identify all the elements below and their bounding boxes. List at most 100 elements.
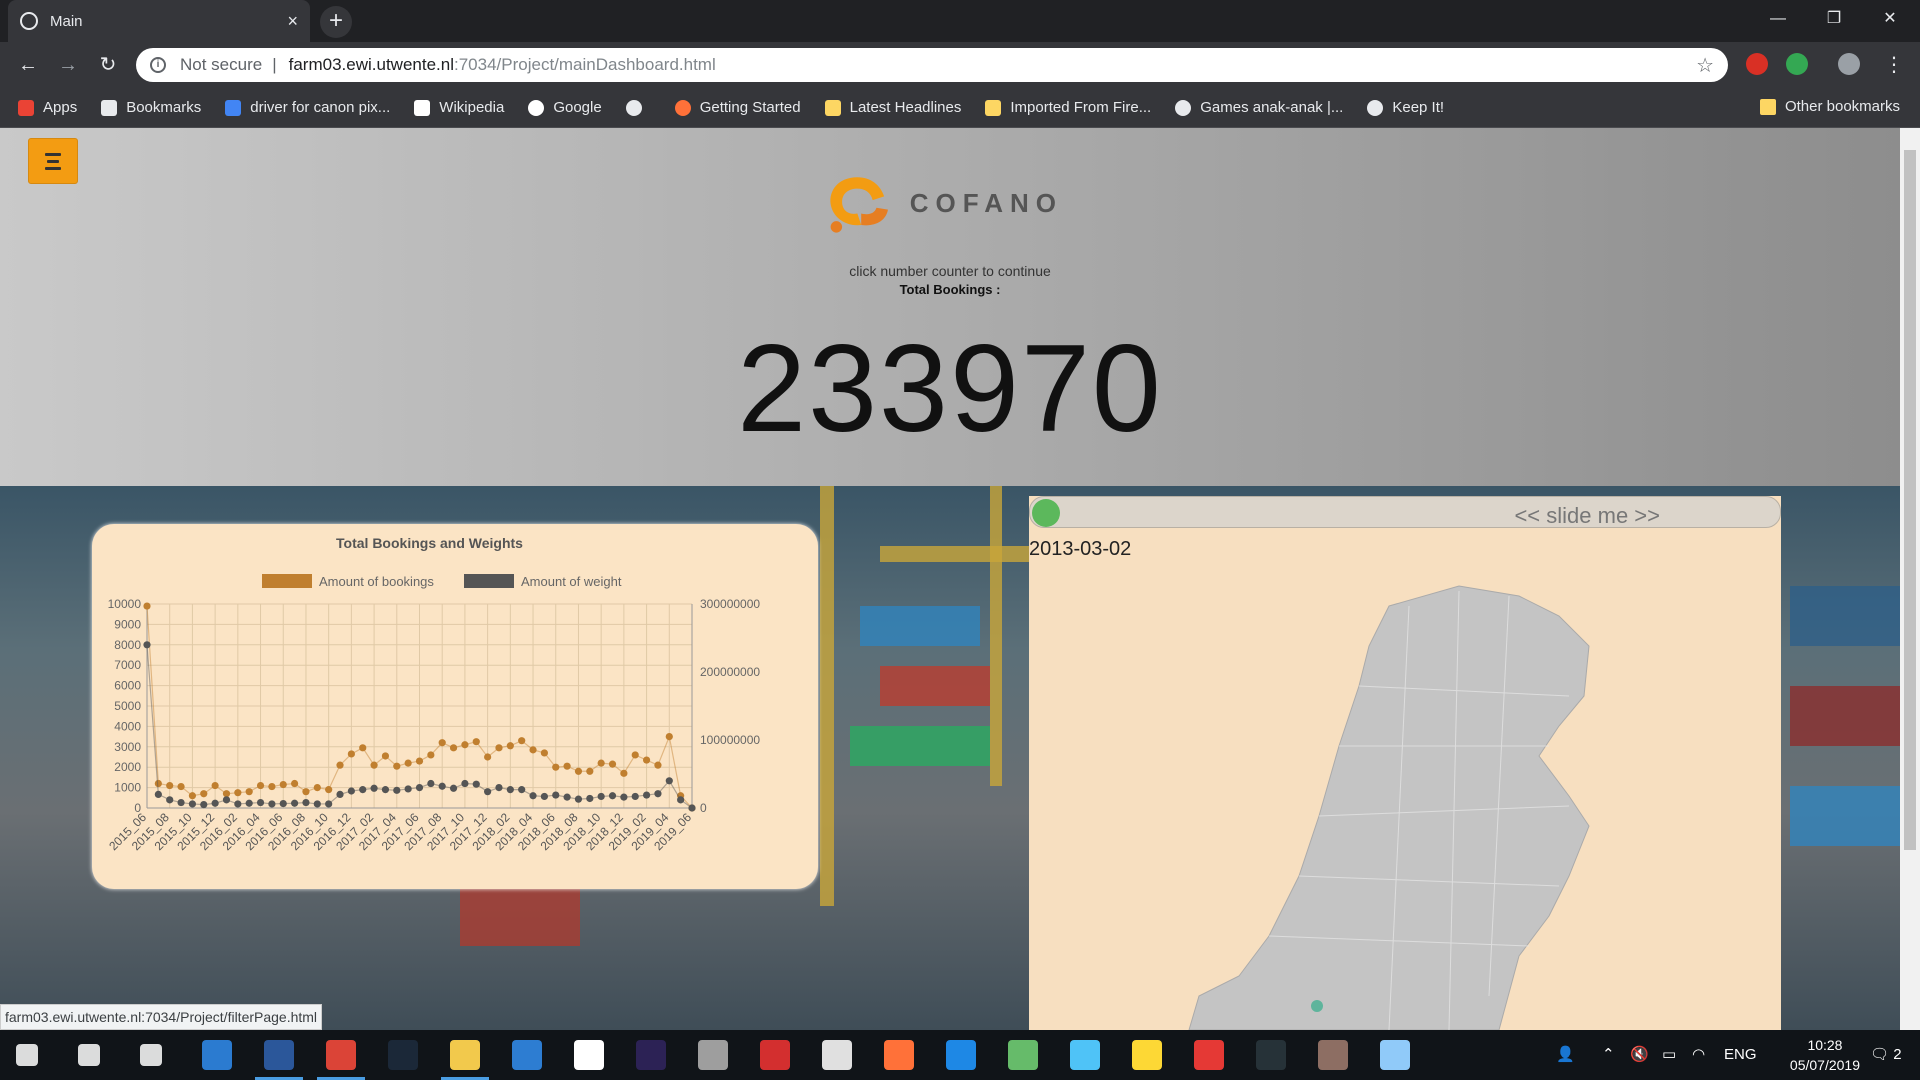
browser-tabbar: Main × + — ❐ ✕ [0,0,1920,42]
chrome-icon[interactable] [326,1040,356,1070]
bookmark-item[interactable]: Apps [18,99,77,116]
total-bookings-counter[interactable]: 233970 [0,318,1900,460]
bookmark-item[interactable]: Wikipedia [414,99,504,116]
data-point [574,767,583,775]
bookmark-item[interactable]: Latest Headlines [824,99,961,116]
visual-studio-icon[interactable] [202,1040,232,1070]
data-point [415,784,424,792]
bookmark-star-icon[interactable]: ☆ [1696,53,1714,78]
bookmark-label: Google [553,99,602,116]
volume-icon[interactable]: 🔇 [1630,1030,1649,1080]
word-icon[interactable] [264,1040,294,1070]
bookings-weights-chart-card: Total Bookings and Weights Amount of book… [92,524,818,889]
address-bar[interactable]: i Not secure | farm03.ewi.utwente.nl :70… [136,48,1728,82]
adblock-extension-icon[interactable] [1746,53,1768,75]
paint-icon[interactable] [1380,1040,1410,1070]
split-app-icon[interactable] [1070,1040,1100,1070]
tray-chevron-icon[interactable]: ⌃ [1602,1030,1615,1080]
eclipse-icon[interactable] [636,1040,666,1070]
bookmark-item[interactable]: Keep It! [1367,99,1444,116]
data-point [484,788,492,796]
acrobat-icon[interactable] [1194,1040,1224,1070]
data-point [642,791,651,799]
data-point [404,785,412,793]
data-point [188,800,197,808]
close-tab-icon[interactable]: × [287,11,298,32]
data-point [211,799,219,807]
data-point [518,786,526,794]
reload-button[interactable]: ↻ [94,51,122,79]
location-marker[interactable] [1311,1000,1323,1012]
wifi-icon[interactable]: ◠ [1692,1030,1705,1080]
data-point [597,759,605,767]
profile-avatar[interactable] [1838,53,1860,75]
file-explorer-icon[interactable] [450,1040,480,1070]
y-left-tick-label: 8000 [114,638,141,652]
apps-grid-icon [18,99,34,116]
restore-button[interactable]: ❐ [1806,0,1862,38]
data-point [631,751,639,759]
continue-hint: click number counter to continue [849,263,1051,279]
data-point [381,786,390,794]
globe-icon [1175,99,1192,116]
netherlands-map[interactable] [1029,496,1781,1030]
minimize-button[interactable]: — [1750,0,1806,38]
info-icon[interactable]: i [150,57,166,73]
clock-time: 10:28 [1807,1037,1843,1053]
data-point [200,801,208,809]
y-right-tick-label: 0 [700,801,707,815]
battery-icon[interactable]: ▭ [1662,1030,1676,1080]
app-blue-icon[interactable] [946,1040,976,1070]
data-point [381,752,390,760]
other-bookmarks[interactable]: Other bookmarks [1759,98,1900,115]
store-icon[interactable] [512,1040,542,1070]
data-point [688,804,696,812]
bookmark-label: Games anak-anak |... [1200,99,1344,116]
back-button[interactable]: ← [14,51,42,79]
y-right-tick-label: 100000000 [700,733,760,747]
lambda-app-icon[interactable] [574,1040,604,1070]
data-point [279,799,287,808]
data-point [234,800,242,808]
folder-icon [985,99,1002,116]
data-point [245,799,253,807]
bookmark-item[interactable] [625,99,651,116]
game-icon[interactable] [1318,1040,1348,1070]
git-icon[interactable] [760,1040,790,1070]
close-window-button[interactable]: ✕ [1862,0,1918,38]
menu-toggle-button[interactable] [28,138,78,184]
forward-button[interactable]: → [54,51,82,79]
shield-extension-icon[interactable] [1786,53,1808,75]
search-icon[interactable] [78,1044,100,1066]
bookmark-item[interactable]: Games anak-anak |... [1175,99,1343,116]
people-icon[interactable]: 👤 [1556,1030,1575,1080]
browser-menu-button[interactable]: ⋮ [1880,51,1908,79]
dashboard-page: COFANO click number counter to continue … [0,128,1900,1030]
language-indicator[interactable]: ENG [1724,1030,1757,1080]
bookmark-item[interactable]: Google [528,99,602,116]
system-clock[interactable]: 10:28 05/07/2019 [1790,1035,1860,1075]
terminal-icon[interactable] [1256,1040,1286,1070]
sticky-notes-icon[interactable] [1132,1040,1162,1070]
bookmark-item[interactable]: driver for canon pix... [225,99,390,116]
notifications-icon[interactable]: 🗨 2 [1870,1030,1902,1080]
windows-start-icon[interactable] [16,1044,38,1066]
folder-icon [1759,98,1776,115]
tab-main[interactable]: Main × [8,0,310,42]
y-left-tick-label: 4000 [114,719,141,733]
y-right-tick-label: 300000000 [700,597,760,611]
task-view-icon[interactable] [140,1044,162,1066]
steam-icon[interactable] [388,1040,418,1070]
sourcetree-icon[interactable] [822,1040,852,1070]
bookmark-item[interactable]: Bookmarks [101,99,201,116]
atom-icon[interactable] [1008,1040,1038,1070]
bookmark-item[interactable]: Imported From Fire... [985,99,1151,116]
page-scrollbar[interactable] [1900,128,1920,1030]
new-tab-button[interactable]: + [320,6,352,38]
database-icon[interactable] [698,1040,728,1070]
status-bar-url: farm03.ewi.utwente.nl:7034/Project/filte… [0,1004,323,1030]
firefox-icon[interactable] [884,1040,914,1070]
bookmark-item[interactable]: Getting Started [674,99,801,116]
data-point [438,782,446,790]
scrollbar-thumb[interactable] [1904,150,1916,850]
